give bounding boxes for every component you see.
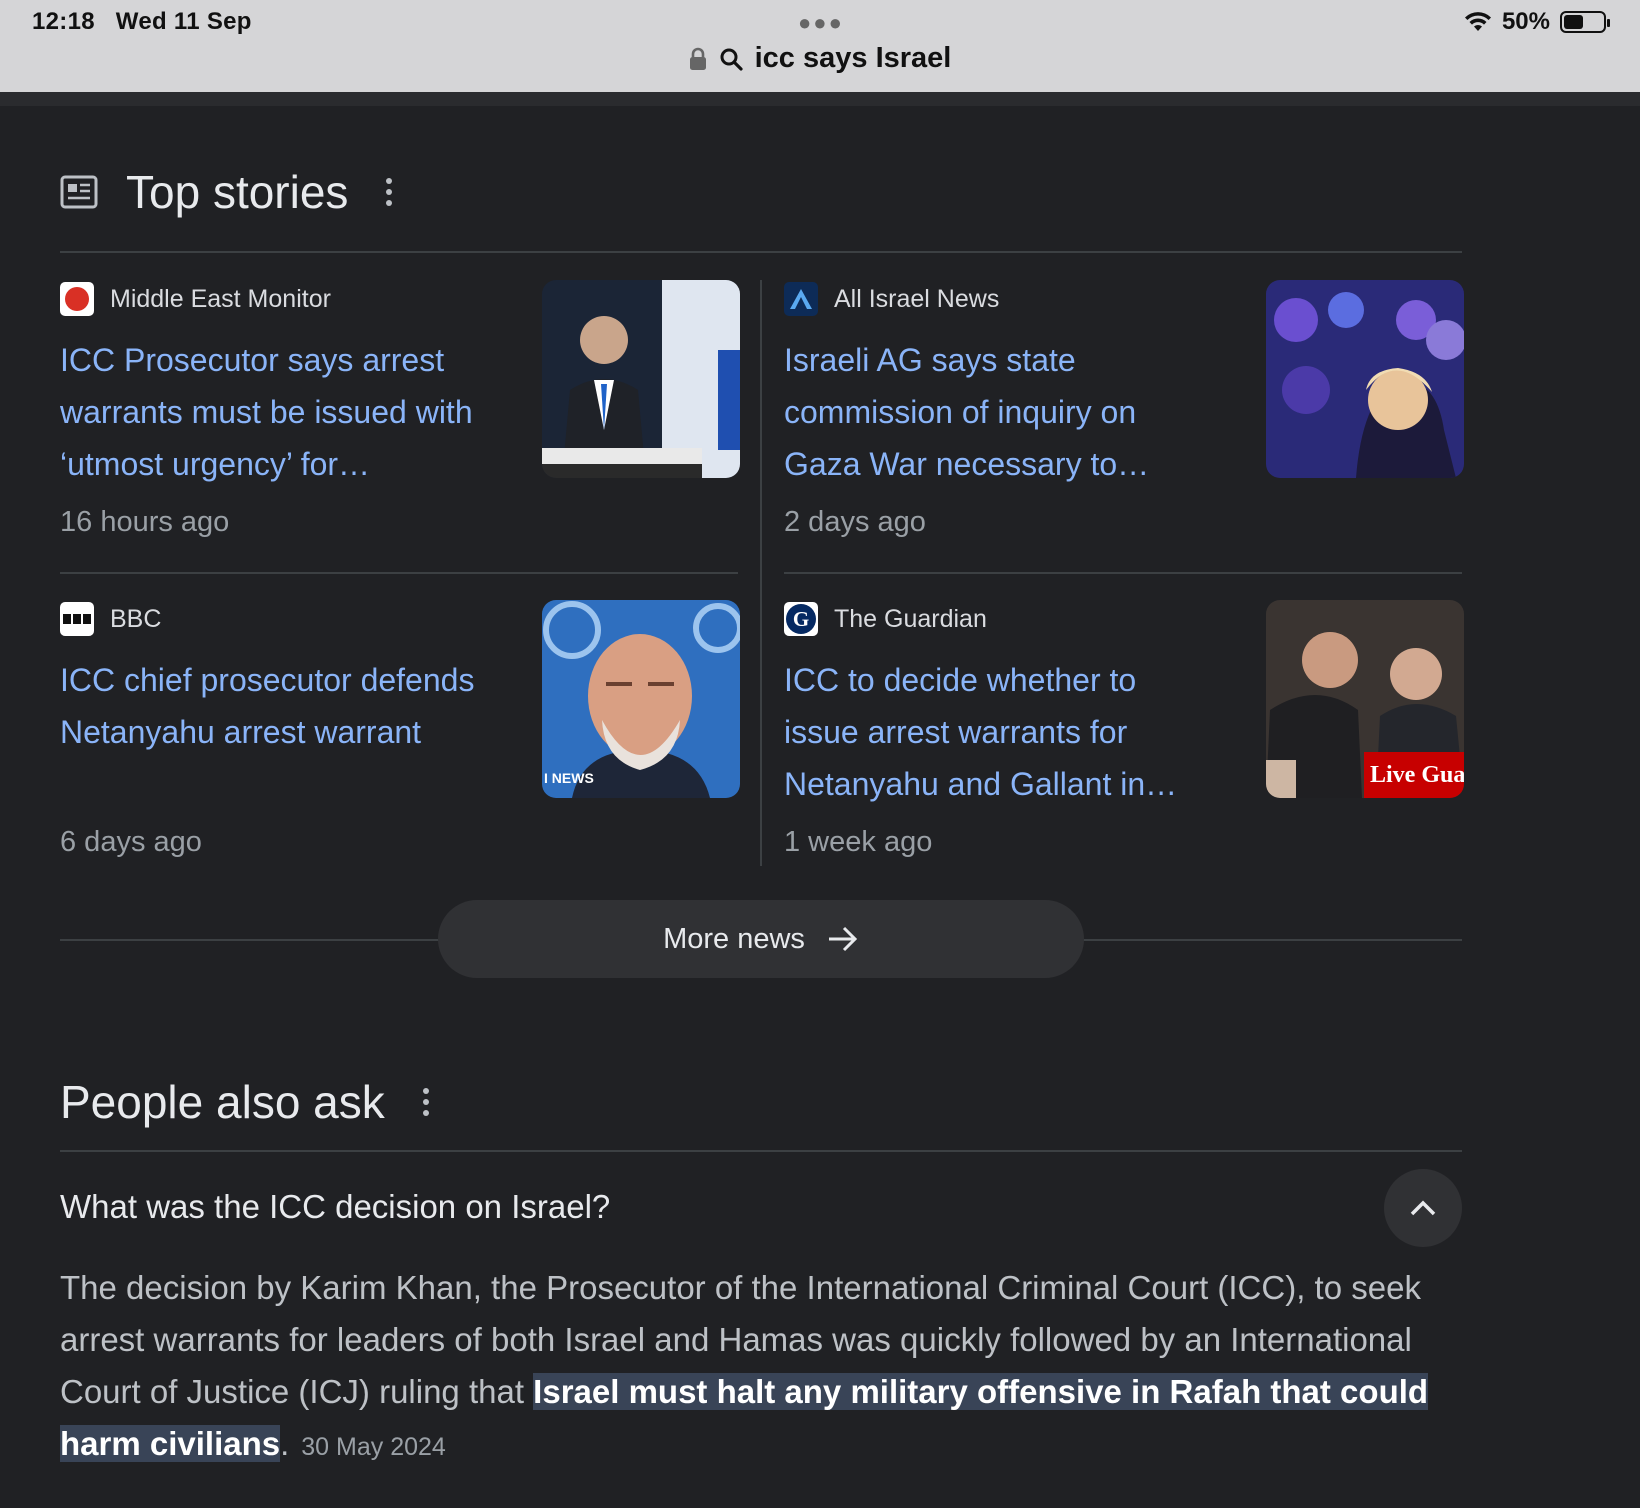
divider <box>784 572 1462 574</box>
guardian-logo-icon: G <box>784 602 818 636</box>
battery-icon <box>1560 11 1610 33</box>
page-edge-shadow <box>0 92 1640 106</box>
top-stories-header: Top stories <box>60 165 393 219</box>
more-news-button[interactable]: More news <box>438 900 1084 978</box>
story-card[interactable]: G The Guardian ICC to decide whether to … <box>784 600 1464 890</box>
more-news-label: More news <box>663 922 805 955</box>
story-headline[interactable]: ICC Prosecutor says arrest warrants must… <box>60 334 480 490</box>
story-time: 6 days ago <box>60 826 202 858</box>
paa-question[interactable]: What was the ICC decision on Israel? <box>60 1188 610 1226</box>
top-stories-title: Top stories <box>126 166 349 218</box>
thumbnail-overlay-text: I NEWS <box>544 770 594 786</box>
people-also-ask-menu-icon[interactable] <box>422 1088 429 1116</box>
story-thumbnail[interactable] <box>1266 280 1464 478</box>
arrow-right-icon <box>828 926 858 952</box>
newspaper-icon <box>60 175 98 209</box>
battery-percent: 50% <box>1501 8 1550 35</box>
story-card[interactable]: Middle East Monitor ICC Prosecutor says … <box>60 280 740 570</box>
story-thumbnail[interactable]: I NEWS <box>542 600 740 798</box>
answer-date: 30 May 2024 <box>301 1433 446 1461</box>
story-source: BBC <box>60 602 161 636</box>
answer-end: . <box>280 1425 290 1462</box>
paa-answer: The decision by Karim Khan, the Prosecut… <box>60 1262 1460 1473</box>
divider <box>60 1150 1462 1152</box>
status-indicators: 50% <box>1464 8 1610 36</box>
story-source: Middle East Monitor <box>60 282 331 316</box>
divider <box>60 572 738 574</box>
story-headline[interactable]: ICC chief prosecutor defends Netanyahu a… <box>60 654 480 758</box>
wifi-icon <box>1464 12 1491 31</box>
top-stories-menu-icon[interactable] <box>386 178 393 206</box>
bbc-logo-icon <box>60 602 94 636</box>
guardian-live-badge: Live Gua <box>1364 752 1464 798</box>
people-also-ask-title: People also ask <box>60 1076 385 1128</box>
story-source: G The Guardian <box>784 602 987 636</box>
story-card[interactable]: BBC ICC chief prosecutor defends Netanya… <box>60 600 740 890</box>
chevron-up-icon <box>1410 1200 1436 1216</box>
lock-icon <box>689 47 706 70</box>
multitasking-dots-icon[interactable]: ●●● <box>798 10 844 36</box>
people-also-ask-header: People also ask <box>60 1075 429 1129</box>
story-thumbnail[interactable]: Live Gua <box>1266 600 1464 798</box>
status-date: Wed 11 Sep <box>115 8 252 35</box>
search-icon <box>720 48 743 71</box>
story-thumbnail[interactable] <box>542 280 740 478</box>
story-card[interactable]: All Israel News Israeli AG says state co… <box>784 280 1464 570</box>
divider <box>60 251 1462 253</box>
story-source: All Israel News <box>784 282 999 316</box>
address-bar[interactable]: icc says Israel <box>0 42 1640 75</box>
browser-top-bar: 12:18 Wed 11 Sep ●●● 50% icc says Israel <box>0 0 1640 92</box>
story-time: 2 days ago <box>784 506 926 538</box>
status-time: 12:18 Wed 11 Sep <box>32 8 252 35</box>
story-headline[interactable]: Israeli AG says state commission of inqu… <box>784 334 1204 490</box>
story-headline[interactable]: ICC to decide whether to issue arrest wa… <box>784 654 1204 810</box>
svg-text:G: G <box>793 607 809 631</box>
middle-east-monitor-logo-icon <box>60 282 94 316</box>
all-israel-news-logo-icon <box>784 282 818 316</box>
story-time: 1 week ago <box>784 826 933 858</box>
address-query: icc says Israel <box>754 42 952 74</box>
column-divider <box>760 280 762 866</box>
collapse-question-button[interactable] <box>1384 1169 1462 1247</box>
story-time: 16 hours ago <box>60 506 230 538</box>
